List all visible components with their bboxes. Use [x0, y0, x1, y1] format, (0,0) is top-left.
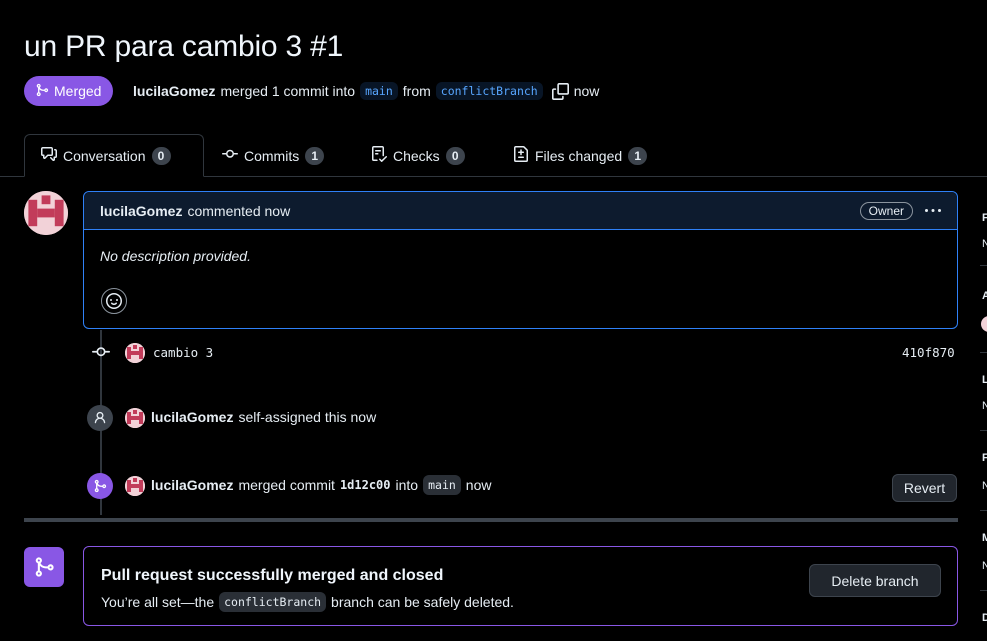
sidebar-divider — [980, 590, 987, 591]
sidebar-heading: A — [982, 290, 987, 302]
comment-discussion-icon — [41, 146, 57, 165]
head-branch[interactable]: conflictBranch — [435, 82, 543, 100]
timeline-end-divider — [24, 518, 958, 522]
merged-branch-name: conflictBranch — [219, 592, 327, 612]
revert-button[interactable]: Revert — [892, 474, 957, 502]
git-commit-icon — [92, 343, 110, 361]
identicon-icon — [125, 408, 145, 428]
file-diff-icon — [513, 146, 529, 165]
checklist-icon — [371, 146, 388, 165]
tab-counter: 0 — [445, 146, 465, 165]
avatar[interactable] — [24, 191, 68, 235]
merge-status-subtitle: You’re all set—the conflictBranch branch… — [101, 592, 514, 612]
sidebar-heading: M — [982, 532, 987, 544]
merge-time: now — [465, 477, 492, 493]
assign-actor[interactable]: lucilaGomez — [151, 409, 233, 425]
pr-time: now — [573, 83, 600, 99]
comment-box: lucilaGomez commented now Owner No descr… — [83, 191, 958, 329]
from-text: from — [402, 83, 431, 99]
pr-meta: lucilaGomez merged 1 commit into main fr… — [133, 76, 599, 106]
git-merge-icon — [33, 556, 55, 578]
page-title: un PR para cambio 3 #1 — [24, 30, 344, 63]
commit-message[interactable]: cambio 3 — [153, 345, 213, 360]
merge-event: lucilaGomez merged commit 1d12c00 into m… — [151, 475, 491, 495]
sidebar-value: N — [982, 238, 987, 250]
sidebar-value: N — [982, 560, 987, 572]
avatar[interactable] — [125, 408, 145, 428]
sidebar-divider — [980, 265, 987, 266]
owner-badge: Owner — [859, 201, 913, 220]
merge-sub-suffix: branch can be safely deleted. — [331, 594, 514, 610]
sidebar-divider — [980, 352, 987, 353]
tab-label: Commits — [244, 147, 300, 164]
comment-action: commented now — [187, 202, 291, 219]
git-commit-icon — [222, 146, 238, 165]
tab-commits[interactable]: Commits 1 — [206, 134, 340, 177]
avatar[interactable] — [981, 316, 987, 332]
add-reaction-button[interactable] — [101, 288, 127, 314]
merge-status-box: Pull request successfully merged and clo… — [83, 546, 958, 626]
merge-status-title: Pull request successfully merged and clo… — [101, 567, 444, 584]
kebab-horizontal-icon[interactable] — [925, 203, 941, 219]
smiley-icon — [106, 293, 122, 309]
comment-author[interactable]: lucilaGomez — [100, 203, 182, 219]
assign-text: self-assigned this now — [238, 409, 377, 425]
sidebar-heading: L — [982, 374, 987, 386]
person-icon — [87, 405, 113, 431]
sidebar-value: N — [982, 400, 987, 412]
sidebar-heading: F — [982, 452, 987, 464]
merge-verb: merged commit — [238, 477, 335, 493]
sidebar-heading: D — [982, 612, 987, 624]
delete-branch-button[interactable]: Delete branch — [809, 564, 941, 597]
identicon-icon — [24, 191, 68, 235]
commit-sha[interactable]: 410f870 — [902, 345, 955, 360]
git-merge-icon — [87, 473, 113, 499]
tab-conversation[interactable]: Conversation 0 — [24, 134, 204, 177]
tab-files-changed[interactable]: Files changed 1 — [497, 134, 663, 177]
author-link[interactable]: lucilaGomez — [133, 83, 215, 99]
sidebar-value: N — [982, 480, 987, 492]
tab-label: Files changed — [535, 147, 623, 164]
merged-state-badge: Merged — [24, 76, 114, 106]
merge-commit-sha[interactable]: 1d12c00 — [340, 478, 391, 492]
tab-checks[interactable]: Checks 0 — [355, 134, 481, 177]
merge-actor[interactable]: lucilaGomez — [151, 477, 233, 493]
copy-icon[interactable] — [551, 82, 569, 100]
merge-branch[interactable]: main — [423, 475, 461, 495]
merge-sub-prefix: You’re all set—the — [101, 594, 215, 610]
identicon-icon — [125, 476, 145, 496]
comment-body: No description provided. — [100, 248, 251, 264]
tab-counter: 1 — [628, 146, 648, 165]
tab-label: Conversation — [63, 147, 146, 164]
base-branch[interactable]: main — [360, 82, 398, 100]
sidebar-divider — [980, 510, 987, 511]
state-label: Merged — [54, 83, 102, 99]
tab-counter: 0 — [151, 146, 171, 165]
identicon-icon — [125, 343, 145, 363]
git-merge-icon — [35, 83, 49, 100]
avatar[interactable] — [125, 343, 145, 363]
sidebar-heading: F — [982, 212, 987, 224]
merge-into: into — [395, 477, 419, 493]
assign-event: lucilaGomez self-assigned this now — [151, 409, 376, 425]
comment-header: lucilaGomez commented now Owner — [84, 192, 957, 230]
avatar[interactable] — [125, 476, 145, 496]
sidebar-divider — [980, 430, 987, 431]
summary-text: merged 1 commit into — [220, 83, 356, 99]
tab-counter: 1 — [305, 146, 325, 165]
tab-label: Checks — [393, 147, 440, 164]
merge-status-icon-box — [24, 547, 64, 587]
